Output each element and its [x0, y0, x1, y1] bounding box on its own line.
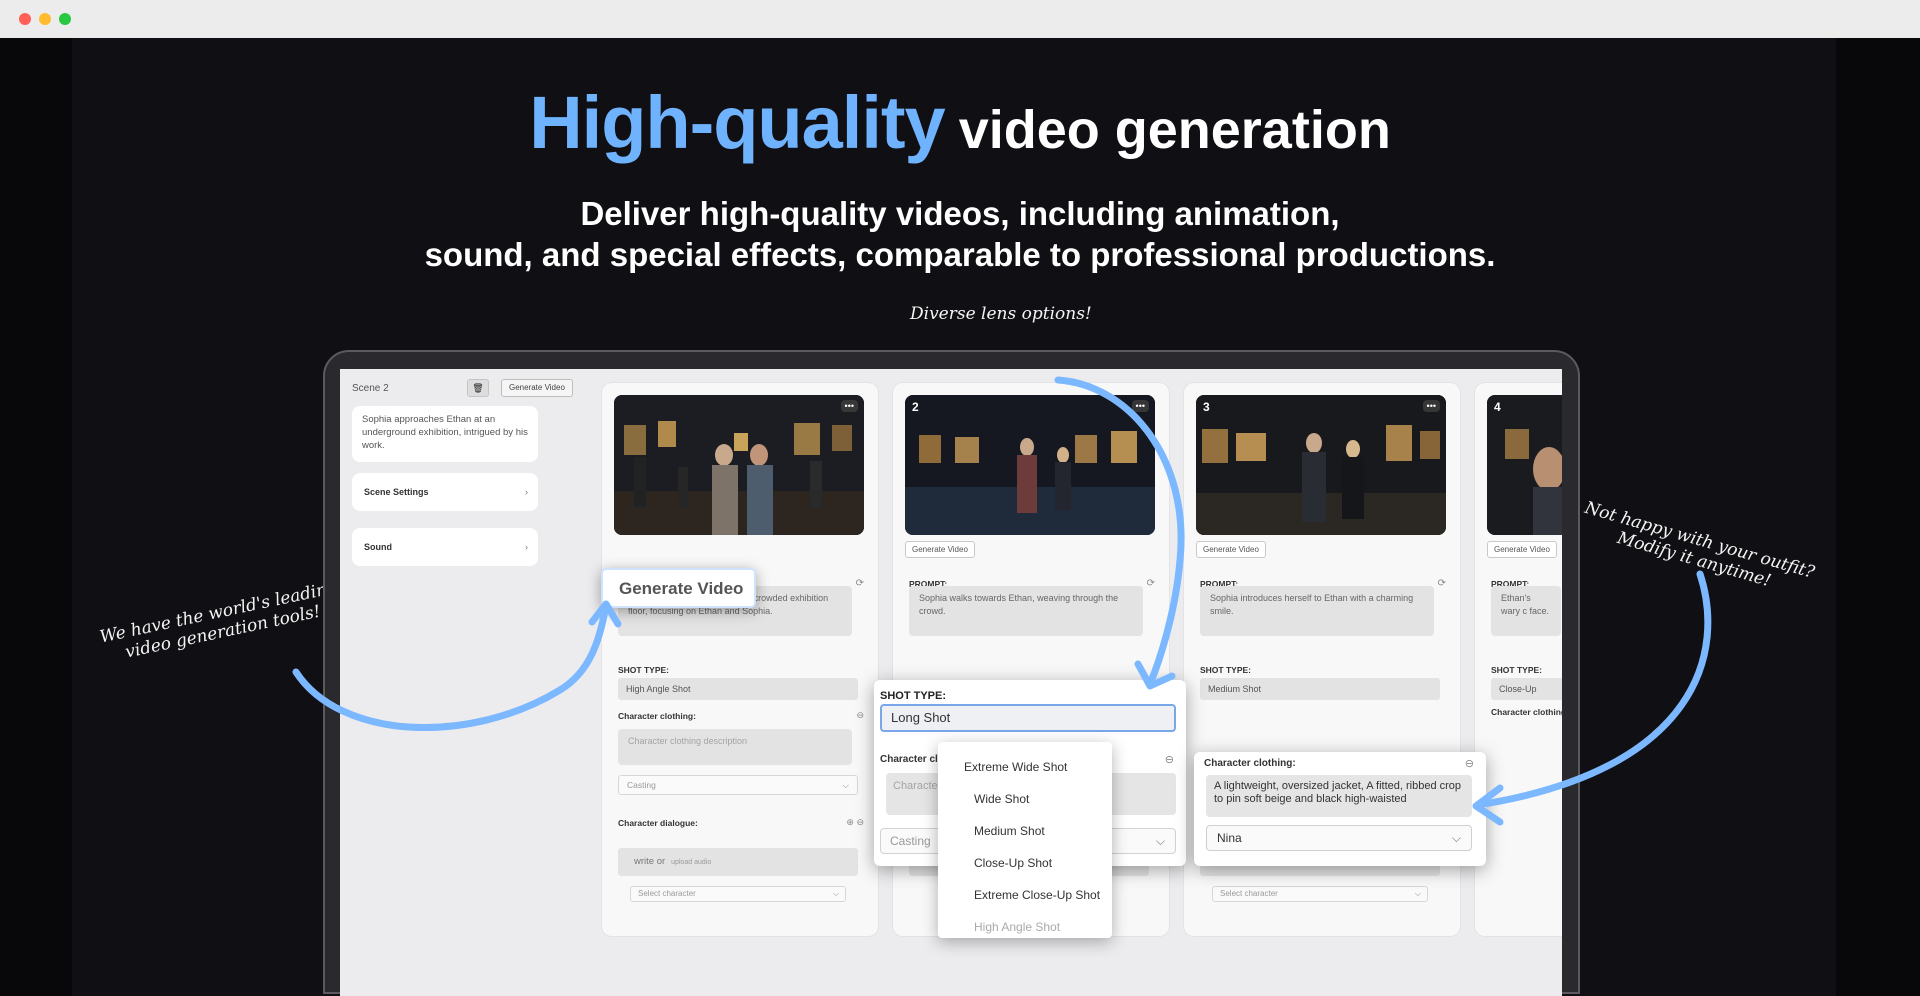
card-generate-video-button[interactable]: Generate Video — [905, 541, 975, 558]
headline-rest: video generation — [958, 100, 1391, 160]
shot-number: 4 — [1494, 400, 1501, 414]
character-clothing-popover: Character clothing: ⊖ A lightweight, ove… — [1194, 752, 1486, 866]
more-options-icon[interactable]: ••• — [1131, 400, 1149, 412]
subheadline-line-2: sound, and special effects, comparable t… — [424, 236, 1496, 273]
chevron-down-icon: ⌵ — [1155, 834, 1165, 848]
chevron-down-icon: ⌵ — [842, 780, 849, 790]
shot-type-field[interactable]: Close-Up — [1491, 678, 1562, 700]
shot-type-label: SHOT TYPE: — [618, 665, 670, 675]
casting-select[interactable]: Casting ⌵ — [618, 775, 858, 795]
sound-label: Sound — [364, 542, 392, 552]
gallery-scene-image — [905, 395, 1155, 535]
character-dialogue-label: Character dialogue: — [618, 818, 698, 828]
clothing-description-field[interactable]: A lightweight, oversized jacket, A fitte… — [1206, 775, 1472, 817]
trash-icon[interactable]: 🗑 — [467, 379, 489, 397]
shot-type-label: SHOT TYPE: — [880, 690, 947, 702]
chevron-right-icon: › — [525, 542, 528, 552]
shot-thumbnail[interactable]: 4 — [1487, 395, 1562, 535]
dropdown-option[interactable]: High Angle Shot — [974, 920, 1060, 934]
scene-title: Scene 2 — [352, 383, 389, 394]
scene-description[interactable]: Sophia approaches Ethan at an undergroun… — [352, 406, 538, 462]
shot-number: 3 — [1203, 400, 1210, 414]
card-generate-video-button[interactable]: Generate Video — [1487, 541, 1557, 558]
prompt-text[interactable]: Sophia walks towards Ethan, weaving thro… — [909, 586, 1143, 636]
shot-type-field[interactable]: High Angle Shot — [618, 678, 858, 700]
shot-type-label: SHOT TYPE: — [1491, 665, 1543, 675]
shot-card-4: 4 Generate Video PROMPT: Ethan's wary c … — [1475, 383, 1562, 936]
select-character-dropdown[interactable]: Select character ⌵ — [1212, 886, 1428, 902]
select-character-dropdown[interactable]: Select character ⌵ — [630, 886, 846, 902]
scene-settings-row[interactable]: Scene Settings › — [352, 473, 538, 511]
clothing-description-field[interactable]: Character clothing description — [618, 729, 852, 765]
close-window-button[interactable] — [19, 13, 31, 25]
annotation-lens: Diverse lens options! — [910, 304, 1092, 324]
minus-circle-icon[interactable]: ⊖ — [856, 710, 864, 721]
dropdown-option[interactable]: Wide Shot — [974, 792, 1029, 806]
shot-thumbnail[interactable]: ••• — [614, 395, 864, 535]
shot-card-1: ••• PROMPT: ⟳ The camera looks down on t… — [602, 383, 878, 936]
window-titlebar — [0, 0, 1920, 39]
character-select[interactable]: Nina ⌵ — [1206, 825, 1472, 851]
shot-type-dropdown: Extreme Wide Shot Wide Shot Medium Shot … — [938, 742, 1112, 938]
prompt-text[interactable]: Sophia introduces herself to Ethan with … — [1200, 586, 1434, 636]
dropdown-option[interactable]: Medium Shot — [974, 824, 1045, 838]
generate-video-callout-button[interactable]: Generate Video — [601, 568, 756, 608]
chevron-right-icon: › — [525, 487, 528, 497]
headline-highlight: High-quality — [529, 81, 946, 164]
maximize-window-button[interactable] — [59, 13, 71, 25]
character-clothing-label: Character clothing: — [1491, 707, 1562, 717]
gallery-scene-image — [1487, 395, 1562, 535]
subheadline-line-1: Deliver high-quality videos, including a… — [580, 195, 1340, 232]
character-clothing-label: Character clothing: — [618, 711, 696, 721]
shot-type-label: SHOT TYPE: — [1200, 665, 1252, 675]
minus-circle-icon[interactable]: ⊖ — [1165, 753, 1174, 766]
refresh-icon[interactable]: ⟳ — [1438, 578, 1446, 589]
refresh-icon[interactable]: ⟳ — [856, 578, 864, 589]
sound-row[interactable]: Sound › — [352, 528, 538, 566]
refresh-icon[interactable]: ⟳ — [1147, 578, 1155, 589]
add-remove-icons[interactable]: ⊕ ⊖ — [846, 817, 864, 828]
hero-headline: High-quality video generation — [0, 80, 1920, 165]
character-clothing-label: Character clothing: — [1204, 758, 1296, 769]
dialogue-audio-field[interactable]: write orupload audio — [618, 848, 858, 876]
chevron-down-icon: ⌵ — [1414, 889, 1421, 898]
upload-audio-link[interactable]: upload audio — [671, 859, 711, 866]
chevron-down-icon: ⌵ — [832, 889, 839, 898]
prompt-text[interactable]: Ethan's wary c face. — [1491, 586, 1561, 636]
card-generate-video-button[interactable]: Generate Video — [1196, 541, 1266, 558]
shot-thumbnail[interactable]: 3 ••• — [1196, 395, 1446, 535]
more-options-icon[interactable]: ••• — [1422, 400, 1440, 412]
shot-type-field[interactable]: Medium Shot — [1200, 678, 1440, 700]
dropdown-option[interactable]: Extreme Wide Shot — [964, 760, 1067, 774]
minus-circle-icon[interactable]: ⊖ — [1465, 757, 1474, 770]
character-clothing-label: Character cl — [880, 754, 938, 765]
generate-video-button[interactable]: Generate Video — [501, 379, 573, 397]
dropdown-option[interactable]: Close-Up Shot — [974, 856, 1052, 870]
shot-type-input[interactable]: Long Shot — [880, 704, 1176, 732]
gallery-scene-image — [614, 395, 864, 535]
gallery-scene-image — [1196, 395, 1446, 535]
scene-settings-label: Scene Settings — [364, 487, 429, 497]
shot-thumbnail[interactable]: 2 ••• — [905, 395, 1155, 535]
minimize-window-button[interactable] — [39, 13, 51, 25]
shot-number: 2 — [912, 400, 919, 414]
dropdown-option[interactable]: Extreme Close-Up Shot — [974, 888, 1100, 902]
chevron-down-icon: ⌵ — [1451, 831, 1461, 845]
more-options-icon[interactable]: ••• — [840, 400, 858, 412]
